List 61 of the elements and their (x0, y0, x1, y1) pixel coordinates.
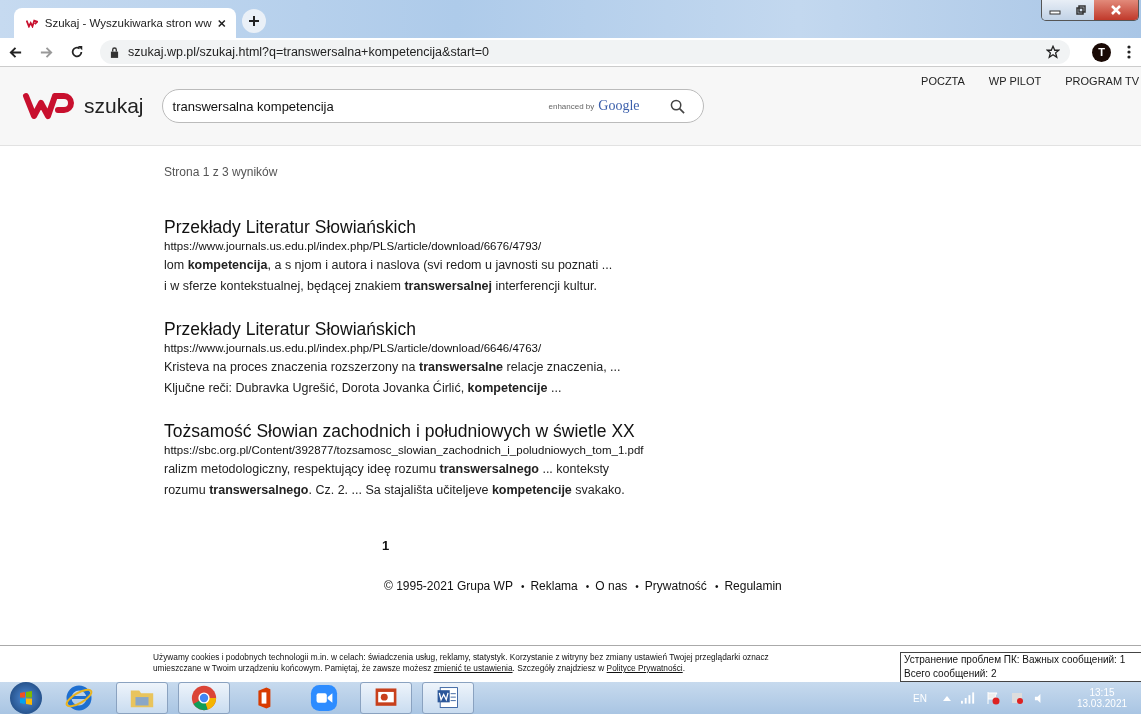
back-icon[interactable] (8, 44, 23, 60)
tooltip: Устранение проблем ПК: Важных сообщений: 1 Всего сообщений: 2 (900, 652, 1141, 682)
restore-button[interactable] (1068, 0, 1094, 20)
result-snippet: lom kompetencija, a s njom i autora i naslova (svi redom u javnosti su poznati ... (164, 257, 614, 274)
result-title[interactable]: Przekłady Literatur Słowiańskich (164, 318, 1141, 340)
logo-icon (26, 18, 38, 28)
browser-tab[interactable]: Szukaj - Wyszukiwarka stron ww (14, 8, 236, 38)
lock-icon (110, 46, 119, 58)
menu-icon[interactable] (1127, 45, 1131, 59)
footer-link[interactable]: Regulamin (724, 579, 782, 593)
cookie-link[interactable]: Polityce Prywatności (606, 663, 683, 673)
page-link[interactable]: 1 (382, 538, 390, 553)
separator-dot: • (585, 580, 590, 592)
new-tab-button[interactable] (242, 9, 266, 33)
forward-icon[interactable] (39, 44, 54, 60)
google-label: Google (598, 98, 640, 114)
star-icon[interactable] (1046, 45, 1060, 59)
flag-icon[interactable] (986, 691, 1000, 705)
search-field[interactable]: transwersalna kompetencija enhanced by Google (161, 89, 704, 123)
result-snippet: Kristeva na proces znaczenia rozszerzony na transwersalne relacje znaczenia, ... (164, 359, 622, 376)
reload-icon[interactable] (70, 45, 84, 59)
restore-icon[interactable] (1075, 5, 1087, 15)
document-icon[interactable] (422, 682, 474, 714)
result-url: https://www.journals.us.edu.pl/index.php/PLS/article/download/6676/4793/ (164, 239, 543, 254)
result-snippet: ralizm metodologiczny, respektujący ideę rozumu transwersalnego ... konteksty (164, 461, 611, 478)
start-button[interactable] (10, 682, 42, 714)
separator-dot: • (635, 580, 639, 592)
windows-logo-icon[interactable] (18, 690, 34, 706)
logo-text: szukaj (84, 94, 144, 118)
separator-dot: • (714, 580, 719, 592)
tab-title: Szukaj - Wyszukiwarka stron ww (44, 17, 212, 29)
chrome-icon[interactable] (178, 682, 230, 714)
browser-e-icon[interactable] (64, 683, 94, 713)
result-snippet: rozumu transwersalnego. Cz. 2. ... Sa stajališta učiteljeve kompetencije svakako. (164, 482, 626, 499)
nav-link[interactable]: WP PILOT (988, 75, 1042, 87)
nav-link[interactable]: POCZTA (921, 75, 965, 87)
profile-avatar[interactable]: T (1092, 42, 1111, 62)
result-snippet: Ključne reči: Dubravka Ugrešić, Dorota Jovanka Ćirlić, kompetencije ... (164, 379, 563, 397)
cookie-notice-text: umieszczane w Twoim urządzeniu końcowym. Pamiętaj, że zawsze możesz zmienić te ustawienia. Szczegóły znajdziesz w Polityce Prywatności. (153, 663, 685, 674)
video-camera-icon[interactable] (310, 684, 338, 712)
footer-link[interactable]: O nas (595, 579, 628, 593)
separator-dot: • (520, 580, 525, 592)
footer-link[interactable]: Reklama (530, 579, 578, 593)
nav-link[interactable]: PROGRAM TV (1065, 75, 1139, 87)
result-title[interactable]: Przekłady Literatur Słowiańskich (164, 216, 1141, 238)
footer-link[interactable]: Prywatność (644, 579, 707, 593)
close-window-button[interactable] (1094, 0, 1138, 20)
cookie-notice-text: Używamy cookies i podobnych technologii m.in. w celach: świadczenia usług, reklamy, statystyk. Korzystanie z witryny bez zmiany ustawień Twojej przeglądarki oznacz (153, 652, 769, 663)
enhanced-by-label: enhanced by (548, 101, 595, 111)
result-snippet: i w sferze kontekstualnej, będącej znakiem transwersalnej interferencji kultur. (164, 278, 598, 295)
result-url: https://sbc.org.pl/Content/392877/tozsamosc_slowian_zachodnich_i_poludniowych_tom_1.pdf (164, 443, 645, 458)
close-icon[interactable] (218, 18, 226, 28)
address-field[interactable]: szukaj.wp.pl/szukaj.html?q=transwersalna+kompetencija&start=0 (100, 40, 1070, 64)
result-url: https://www.journals.us.edu.pl/index.php/PLS/article/download/6646/4763/ (164, 341, 543, 356)
search-icon[interactable] (669, 98, 685, 114)
result-title[interactable]: Tożsamość Słowian zachodnich i południowych w świetle XX (164, 420, 1141, 442)
results-count: Strona 1 z 3 wyników (164, 165, 279, 179)
copyright-text: © 1995-2021 Grupa WP (384, 579, 513, 593)
plus-icon[interactable] (248, 15, 260, 27)
device-icon[interactable] (1010, 691, 1024, 705)
presentation-icon[interactable] (360, 682, 412, 714)
